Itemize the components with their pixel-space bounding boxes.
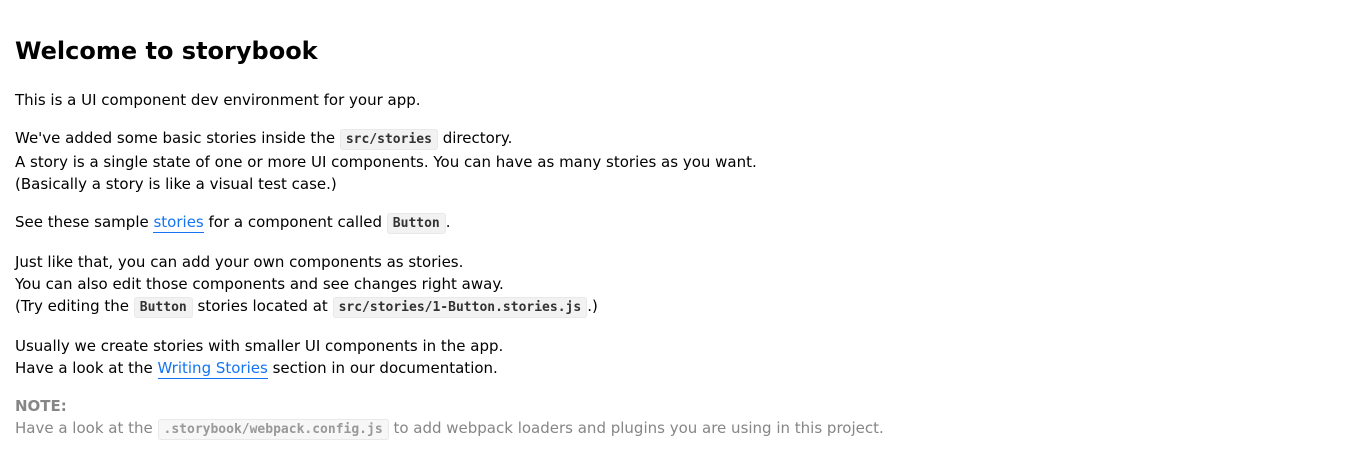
text: section in our documentation. [267,359,498,377]
text: See these sample [15,213,154,231]
code-stories-path: src/stories/1-Button.stories.js [332,297,588,318]
code-button: Button [386,213,446,234]
text: directory. [437,129,513,147]
text: A story is a single state of one or more… [15,153,757,171]
sample-paragraph: See these sample stories for a component… [15,211,1335,235]
text: . [445,213,451,231]
intro-paragraph: This is a UI component dev environment f… [15,89,1335,111]
text: You can also edit those components and s… [15,275,504,293]
text: to add webpack loaders and plugins you a… [388,419,884,437]
text: for a component called [203,213,387,231]
note-title: NOTE: [15,397,67,415]
text: We've added some basic stories inside th… [15,129,340,147]
intro-text: This is a UI component dev environment f… [15,91,421,109]
page-title: Welcome to storybook [15,37,318,65]
code-button: Button [133,297,193,318]
note-paragraph: NOTE: Have a look at the .storybook/webpa… [15,395,1335,441]
code-src-stories: src/stories [339,129,438,150]
text: .) [587,297,598,315]
stories-link[interactable]: stories [153,213,204,233]
docs-paragraph: Usually we create stories with smaller U… [15,335,1335,379]
welcome-page: Welcome to storybook This is a UI compon… [0,0,1350,441]
text: Have a look at the [15,419,158,437]
text: Just like that, you can add your own com… [15,253,464,271]
writing-stories-link[interactable]: Writing Stories [157,359,268,379]
stories-paragraph: We've added some basic stories inside th… [15,127,1335,195]
components-paragraph: Just like that, you can add your own com… [15,251,1335,319]
text: (Basically a story is like a visual test… [15,175,337,193]
code-webpack-config: .storybook/webpack.config.js [157,419,389,440]
text: (Try editing the [15,297,134,315]
text: Have a look at the [15,359,158,377]
text: stories located at [192,297,333,315]
text: Usually we create stories with smaller U… [15,337,504,355]
